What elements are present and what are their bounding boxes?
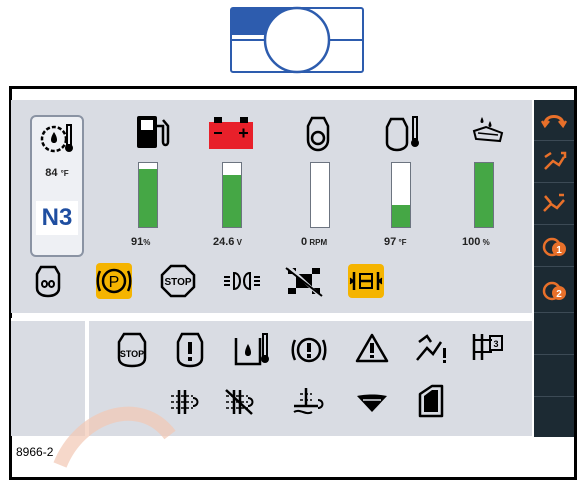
softkey-8[interactable]: [534, 398, 574, 439]
figure-code: 8966-2: [16, 445, 54, 459]
coolant-gauge: [391, 162, 411, 228]
battery-gauge-fill: [223, 174, 241, 227]
implement-raise-icon: [544, 151, 567, 170]
def-gauge: [474, 162, 494, 228]
hydraulic-oil-temp-icon: [234, 333, 269, 366]
traction-control-icon: [285, 264, 323, 298]
engine-fault-warning-icon: [176, 332, 204, 368]
engine-oil-temp-icon: [40, 124, 73, 153]
battery-gauge: [222, 162, 242, 228]
door-open-icon: [418, 384, 444, 418]
air-filter-icon: [357, 394, 387, 412]
softkey-sidebar: 1 2: [534, 100, 574, 437]
svg-text:STOP: STOP: [164, 277, 191, 288]
hitch-1-icon: 1: [542, 237, 566, 257]
fuel-icon: [137, 116, 170, 148]
coolant-temp-icon: [385, 116, 419, 152]
def-gauge-fill: [475, 163, 493, 227]
softkey-6[interactable]: [534, 314, 574, 355]
softkey-7[interactable]: [534, 356, 574, 397]
def-value: 100 %: [462, 236, 490, 248]
engine-oil-temp-readout: 84 °F: [45, 167, 69, 179]
stop-sign-icon: STOP: [160, 264, 196, 298]
display-badge-icon: [230, 6, 364, 74]
brake-warning-icon: [291, 337, 327, 363]
svg-text:STOP: STOP: [120, 349, 144, 359]
gear-indicator: N3: [36, 201, 78, 235]
engine-speed-gauge: [310, 162, 330, 228]
watermark-arc: [53, 406, 176, 468]
glow-plug-icon: [35, 265, 61, 298]
parking-brake-icon: P: [96, 263, 132, 299]
diff-lock-icon: [348, 264, 384, 298]
turn-around-icon: [541, 115, 567, 129]
def-fluid-icon: [472, 117, 504, 143]
svg-text:3: 3: [493, 339, 498, 349]
engine-speed-value: 0 RPM: [301, 236, 328, 248]
general-warning-icon: [355, 333, 389, 363]
engine-stop-warning-icon: STOP: [117, 332, 147, 368]
svg-text:P: P: [109, 274, 120, 291]
transmission-fault-icon: [225, 389, 254, 415]
softkey-1[interactable]: [534, 100, 574, 141]
fuel-gauge-fill: [139, 168, 157, 227]
engine-oil-temp-box: 84 °F N3: [30, 115, 84, 257]
pto-icon: 3: [472, 334, 503, 360]
fuel-gauge: [138, 162, 158, 228]
implement-lower-icon: [543, 193, 565, 212]
hitch-2-icon: 2: [542, 281, 566, 301]
svg-text:2: 2: [556, 289, 562, 300]
softkey-3[interactable]: [534, 184, 574, 225]
battery-value: 24.6 V: [213, 236, 242, 248]
transmission-oil-icon: [293, 388, 324, 415]
engine-speed-icon: [306, 116, 330, 152]
softkey-4[interactable]: 1: [534, 226, 574, 267]
battery-icon: [209, 117, 253, 149]
softkey-2[interactable]: [534, 142, 574, 183]
svg-text:1: 1: [556, 245, 562, 256]
coolant-value: 97 °F: [384, 236, 407, 248]
gauge-panel: [11, 100, 532, 313]
work-lights-icon: [224, 271, 260, 291]
softkey-5[interactable]: 2: [534, 268, 574, 313]
implement-warning-icon: [416, 334, 446, 363]
fuel-value: 91%: [131, 236, 151, 248]
coolant-gauge-fill: [392, 204, 410, 227]
